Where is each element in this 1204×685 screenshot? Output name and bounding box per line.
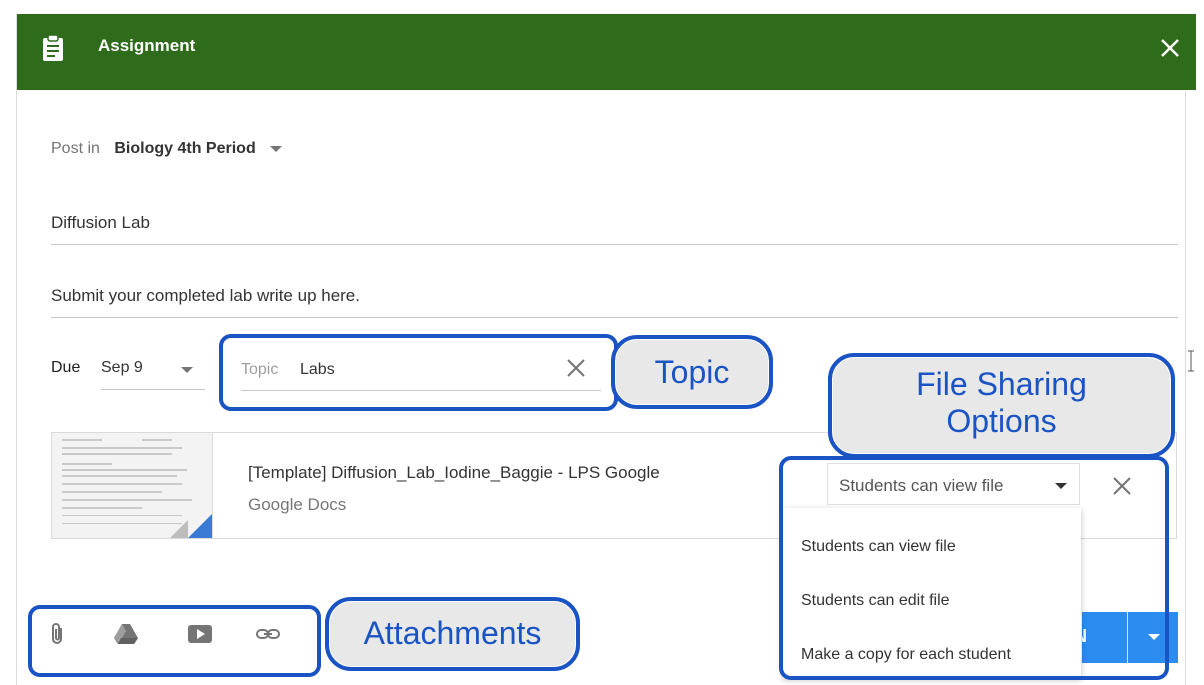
text-cursor-icon	[1188, 350, 1194, 372]
attachment-title[interactable]: [Template] Diffusion_Lab_Iodine_Baggie -…	[248, 463, 660, 483]
attachment-type: Google Docs	[248, 495, 347, 514]
attachments-highlight	[28, 605, 321, 677]
title-input[interactable]: Diffusion Lab	[51, 213, 1178, 245]
attachments-callout: Attachments	[325, 597, 580, 671]
topic-callout: Topic	[611, 335, 773, 409]
file-sharing-highlight	[779, 456, 1169, 680]
dialog-title: Assignment	[98, 36, 196, 55]
due-label: Due	[51, 359, 81, 376]
file-sharing-callout: File Sharing Options	[828, 353, 1175, 458]
topic-callout-text: Topic	[654, 354, 730, 390]
file-sharing-callout-line1: File Sharing	[916, 366, 1087, 402]
due-date-value: Sep 9	[101, 359, 143, 376]
post-in-label: Post in	[51, 140, 100, 157]
class-select[interactable]: Biology 4th Period	[114, 140, 255, 157]
close-icon[interactable]	[1156, 34, 1184, 62]
clipboard-icon	[43, 34, 63, 61]
attachments-callout-text: Attachments	[363, 615, 542, 651]
due-date-select[interactable]: Sep 9	[101, 355, 205, 390]
chevron-down-icon[interactable]	[181, 367, 193, 373]
chevron-down-icon[interactable]	[270, 145, 283, 152]
dialog-header: Assignment	[17, 14, 1196, 90]
post-in-row[interactable]: Post in Biology 4th Period	[51, 140, 283, 158]
topic-highlight	[219, 334, 618, 411]
file-sharing-callout-line2: Options	[946, 402, 1057, 439]
document-thumbnail[interactable]	[52, 433, 213, 538]
instructions-input[interactable]: Submit your completed lab write up here.	[51, 286, 1178, 318]
